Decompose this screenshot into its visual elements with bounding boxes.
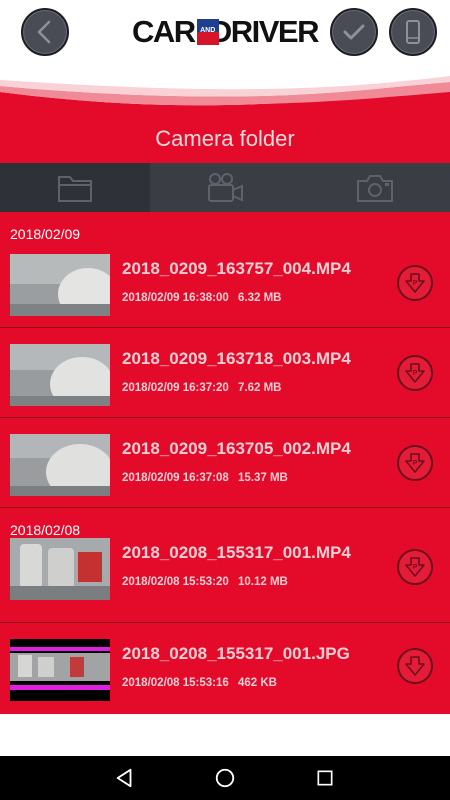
title-bar: Camera folder [0, 114, 450, 163]
logo-word-and: AND [200, 27, 216, 34]
nav-home-icon [215, 768, 235, 788]
file-row[interactable]: 2018_0209_163757_004.MP4 2018/02/09 16:3… [0, 237, 450, 328]
download-button[interactable] [397, 648, 433, 684]
download-button[interactable]: P [397, 549, 433, 585]
tab-videos[interactable] [150, 163, 300, 212]
photo-camera-icon [357, 174, 393, 202]
nav-back-button[interactable] [111, 764, 139, 792]
file-size: 10.12 MB [238, 576, 288, 588]
download-icon [405, 656, 425, 676]
file-name: 2018_0209_163705_002.MP4 [122, 439, 351, 458]
file-row[interactable]: 2018_0208_155317_001.JPG 2018/02/08 15:5… [0, 623, 450, 713]
file-name: 2018_0208_155317_001.MP4 [122, 543, 351, 562]
phone-icon [406, 20, 420, 44]
file-row[interactable]: 2018_0208_155317_001.MP4 2018/02/08 15:5… [0, 533, 450, 623]
date-header: 2018/02/09 [10, 226, 81, 242]
file-size: 6.32 MB [238, 292, 282, 304]
download-button[interactable]: P [397, 355, 433, 391]
video-thumbnail [10, 538, 110, 600]
photo-thumbnail [10, 639, 110, 701]
download-play-icon: P [405, 363, 425, 383]
video-thumbnail [10, 434, 110, 496]
blank-area [0, 714, 450, 756]
file-meta: 2018/02/09 16:37:08 15.37 MB [122, 472, 288, 484]
tab-all-files[interactable] [0, 163, 150, 212]
file-datetime: 2018/02/08 15:53:16 [122, 677, 229, 689]
logo-word-car: CAR [132, 14, 196, 49]
confirm-button[interactable] [330, 8, 378, 56]
back-button[interactable] [21, 8, 69, 56]
file-size: 462 KB [238, 677, 277, 689]
file-name: 2018_0208_155317_001.JPG [122, 644, 350, 663]
svg-text:P: P [413, 564, 418, 571]
file-name: 2018_0209_163757_004.MP4 [122, 259, 351, 278]
logo-word-driver: DRIVER [209, 14, 320, 49]
checkmark-icon [343, 24, 365, 40]
file-size: 15.37 MB [238, 472, 288, 484]
system-nav-bar [0, 756, 450, 800]
device-button[interactable] [389, 8, 437, 56]
file-meta: 2018/02/09 16:38:00 6.32 MB [122, 292, 281, 304]
download-play-icon: P [405, 557, 425, 577]
svg-text:P: P [413, 280, 418, 287]
tab-bar [0, 163, 450, 212]
video-thumbnail [10, 344, 110, 406]
download-play-icon: P [405, 273, 425, 293]
file-datetime: 2018/02/09 16:38:00 [122, 292, 229, 304]
file-meta: 2018/02/08 15:53:16 462 KB [122, 677, 277, 689]
download-button[interactable]: P [397, 445, 433, 481]
file-list: 2018/02/09 2018_0209_163757_004.MP4 2018… [0, 212, 450, 714]
nav-recents-icon [317, 770, 333, 786]
video-thumbnail [10, 254, 110, 316]
file-datetime: 2018/02/09 16:37:08 [122, 472, 229, 484]
app: CAR AND DRIVER Camera folder 2018/02/09 … [0, 0, 450, 800]
chevron-left-icon [37, 20, 51, 44]
folder-icon [58, 175, 92, 202]
svg-text:P: P [413, 370, 418, 377]
download-button[interactable]: P [397, 265, 433, 301]
logo-and-block: AND [196, 19, 219, 45]
file-datetime: 2018/02/09 16:37:20 [122, 382, 229, 394]
nav-back-icon [116, 768, 132, 788]
header-wave-decoration [0, 76, 450, 114]
top-bar: CAR AND DRIVER [0, 0, 450, 64]
file-row[interactable]: 2018_0209_163705_002.MP4 2018/02/09 16:3… [0, 418, 450, 508]
file-row[interactable]: 2018_0209_163718_003.MP4 2018/02/09 16:3… [0, 328, 450, 418]
nav-recents-button[interactable] [311, 764, 339, 792]
tab-photos[interactable] [300, 163, 450, 212]
file-meta: 2018/02/09 16:37:20 7.62 MB [122, 382, 281, 394]
nav-home-button[interactable] [211, 764, 239, 792]
file-meta: 2018/02/08 15:53:20 10.12 MB [122, 576, 288, 588]
date-header: 2018/02/08 [10, 522, 81, 538]
download-play-icon: P [405, 453, 425, 473]
page-title: Camera folder [155, 125, 295, 151]
car-and-driver-logo: CAR AND DRIVER [132, 14, 320, 50]
file-name: 2018_0209_163718_003.MP4 [122, 349, 351, 368]
file-size: 7.62 MB [238, 382, 282, 394]
svg-text:P: P [413, 460, 418, 467]
file-datetime: 2018/02/08 15:53:20 [122, 576, 229, 588]
video-camera-icon [208, 172, 243, 202]
